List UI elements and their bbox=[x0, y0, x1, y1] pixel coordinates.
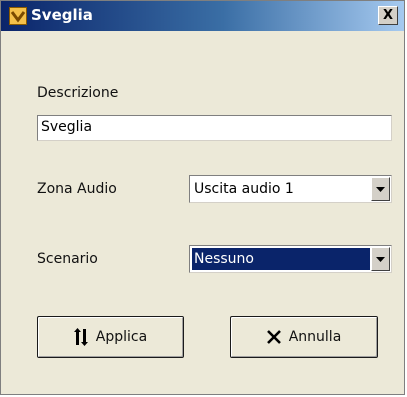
description-label: Descrizione bbox=[37, 85, 119, 101]
title-bar[interactable]: Sveglia X bbox=[1, 1, 404, 31]
audio-zone-dropdown-button[interactable] bbox=[371, 177, 390, 201]
swap-arrows-icon bbox=[73, 328, 88, 346]
apply-label: Applica bbox=[95, 329, 148, 345]
audio-zone-select[interactable]: Uscita audio 1 bbox=[189, 175, 392, 203]
scenario-value: Nessuno bbox=[192, 248, 370, 270]
window-title: Sveglia bbox=[31, 6, 93, 24]
description-input[interactable]: Sveglia bbox=[37, 115, 392, 141]
cancel-button[interactable]: Annulla bbox=[230, 316, 378, 358]
x-icon bbox=[266, 330, 281, 344]
apply-button[interactable]: Applica bbox=[37, 316, 184, 358]
chevron-down-icon bbox=[376, 186, 385, 192]
close-button[interactable]: X bbox=[378, 6, 398, 25]
close-icon: X bbox=[382, 8, 394, 23]
audio-zone-label: Zona Audio bbox=[37, 181, 117, 197]
audio-zone-value: Uscita audio 1 bbox=[194, 181, 294, 197]
scenario-select[interactable]: Nessuno bbox=[189, 245, 392, 273]
dialog-window: Sveglia X Descrizione Sveglia Zona Audio… bbox=[0, 0, 405, 395]
scenario-label: Scenario bbox=[37, 251, 98, 267]
chevron-down-icon bbox=[376, 256, 385, 262]
scenario-dropdown-button[interactable] bbox=[371, 247, 390, 271]
cancel-label: Annulla bbox=[288, 329, 342, 345]
alarm-app-icon bbox=[9, 7, 27, 25]
